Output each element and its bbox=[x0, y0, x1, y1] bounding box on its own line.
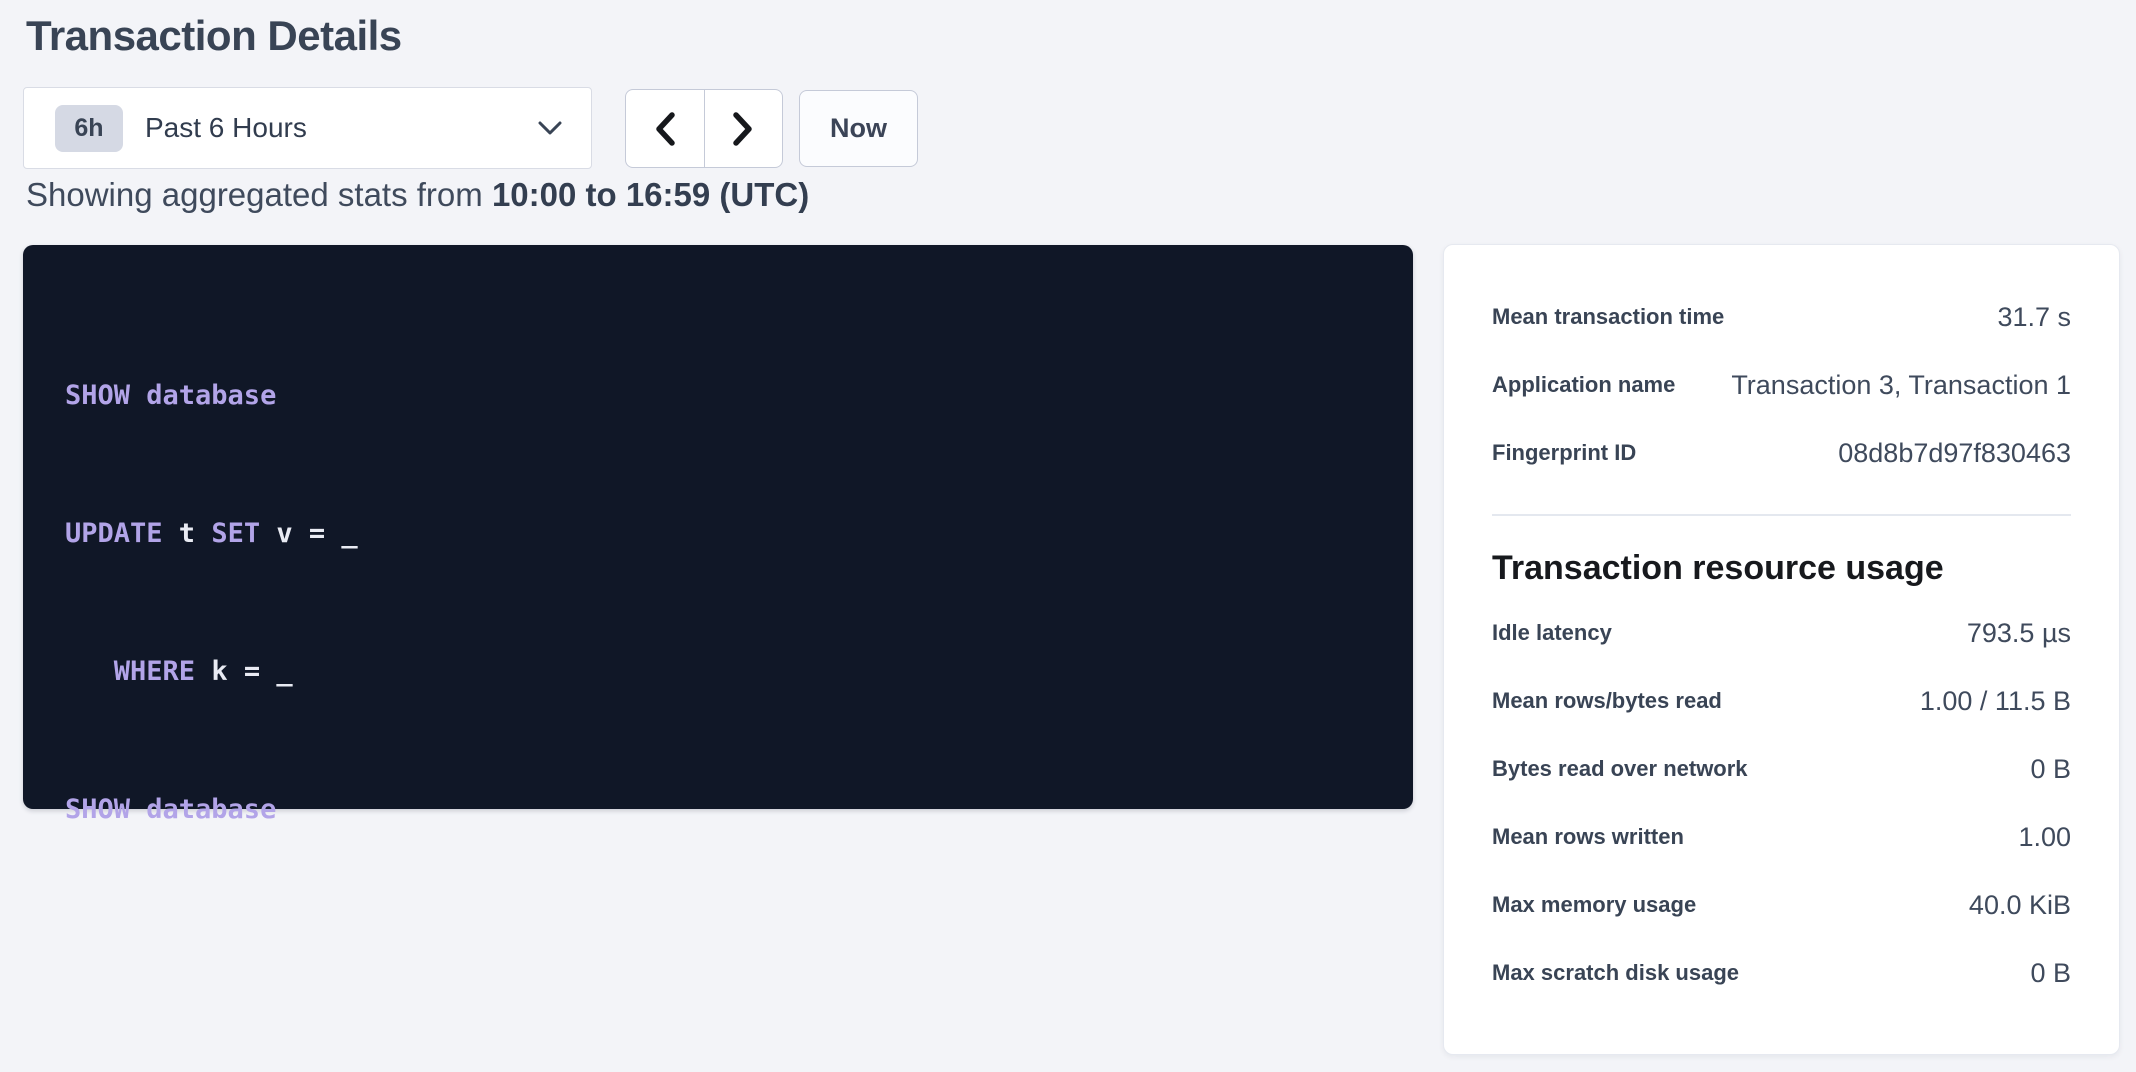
sql-line: SHOW database bbox=[65, 787, 1371, 833]
summary-row-label: Application name bbox=[1492, 372, 1675, 398]
now-button[interactable]: Now bbox=[799, 90, 918, 167]
sql-line: UPDATE t SET v = _ bbox=[65, 511, 1371, 557]
time-range-select[interactable]: 6h Past 6 Hours bbox=[23, 87, 592, 169]
time-range-shortcut-badge: 6h bbox=[55, 105, 123, 152]
summary-row-label: Idle latency bbox=[1492, 620, 1612, 646]
summary-row-label: Mean transaction time bbox=[1492, 304, 1724, 330]
aggregated-stats-caption: Showing aggregated stats from 10:00 to 1… bbox=[26, 176, 809, 214]
previous-interval-button[interactable] bbox=[626, 90, 705, 167]
sql-statement-box: SHOW database UPDATE t SET v = _ WHERE k… bbox=[23, 245, 1413, 809]
sql-line: SHOW database bbox=[65, 373, 1371, 419]
summary-row-value: 0 B bbox=[2030, 958, 2071, 989]
chevron-down-icon bbox=[537, 120, 563, 136]
summary-row: Mean rows/bytes read 1.00 / 11.5 B bbox=[1492, 667, 2071, 735]
aggregated-stats-range: 10:00 to 16:59 (UTC) bbox=[492, 176, 809, 213]
transaction-summary-card: Mean transaction time 31.7 s Application… bbox=[1443, 244, 2120, 1055]
summary-row-value: 793.5 µs bbox=[1967, 618, 2071, 649]
summary-row-value: 40.0 KiB bbox=[1969, 890, 2071, 921]
summary-row-label: Mean rows/bytes read bbox=[1492, 688, 1722, 714]
summary-row-value: 1.00 bbox=[2018, 822, 2071, 853]
summary-row-value: 08d8b7d97f830463 bbox=[1838, 438, 2071, 469]
summary-row: Fingerprint ID 08d8b7d97f830463 bbox=[1492, 419, 2071, 487]
summary-row-value: 0 B bbox=[2030, 754, 2071, 785]
summary-row-label: Bytes read over network bbox=[1492, 756, 1748, 782]
aggregated-stats-prefix: Showing aggregated stats from bbox=[26, 176, 492, 213]
summary-row: Max scratch disk usage 0 B bbox=[1492, 939, 2071, 1007]
sql-statement-text: SHOW database UPDATE t SET v = _ WHERE k… bbox=[65, 281, 1371, 925]
sql-line: WHERE k = _ bbox=[65, 649, 1371, 695]
summary-row: Mean transaction time 31.7 s bbox=[1492, 283, 2071, 351]
interval-button-group bbox=[625, 89, 783, 168]
summary-divider bbox=[1492, 514, 2071, 516]
next-interval-button[interactable] bbox=[705, 90, 783, 167]
time-range-selected-label: Past 6 Hours bbox=[145, 112, 307, 144]
summary-row-label: Max memory usage bbox=[1492, 892, 1696, 918]
summary-row: Bytes read over network 0 B bbox=[1492, 735, 2071, 803]
summary-row: Application name Transaction 3, Transact… bbox=[1492, 351, 2071, 419]
chevron-right-icon bbox=[732, 111, 754, 147]
summary-row-value: 1.00 / 11.5 B bbox=[1920, 686, 2071, 717]
chevron-left-icon bbox=[654, 111, 676, 147]
resource-usage-section-title: Transaction resource usage bbox=[1492, 546, 2071, 590]
summary-row-label: Max scratch disk usage bbox=[1492, 960, 1739, 986]
summary-row-label: Fingerprint ID bbox=[1492, 440, 1636, 466]
summary-row-value: Transaction 3, Transaction 1 bbox=[1731, 370, 2071, 401]
resource-usage-rows: Idle latency 793.5 µs Mean rows/bytes re… bbox=[1492, 599, 2071, 1007]
summary-row: Mean rows written 1.00 bbox=[1492, 803, 2071, 871]
summary-row: Max memory usage 40.0 KiB bbox=[1492, 871, 2071, 939]
page-title: Transaction Details bbox=[26, 12, 402, 60]
summary-row-label: Mean rows written bbox=[1492, 824, 1684, 850]
summary-row-value: 31.7 s bbox=[1997, 302, 2071, 333]
summary-row: Idle latency 793.5 µs bbox=[1492, 599, 2071, 667]
